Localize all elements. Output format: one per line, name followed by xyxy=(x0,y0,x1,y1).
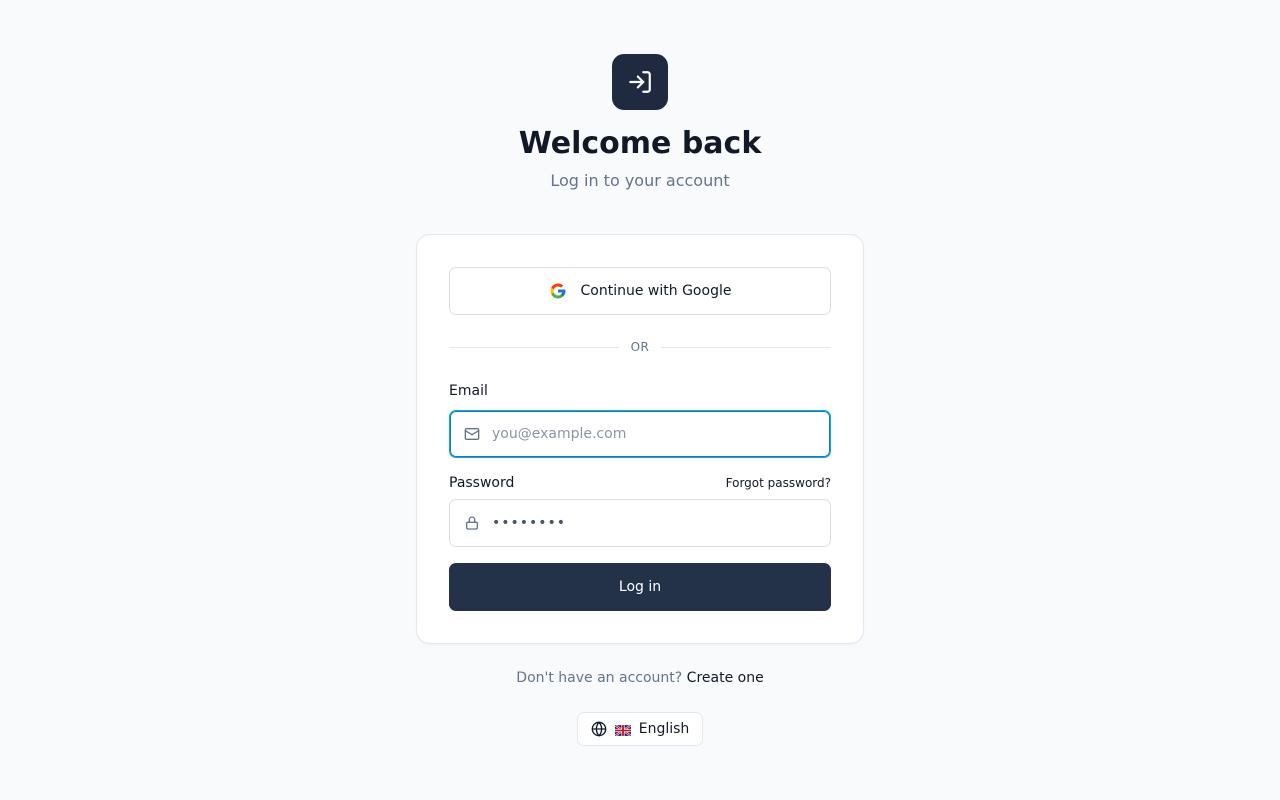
email-field xyxy=(449,410,831,458)
email-label: Email xyxy=(449,383,488,399)
google-login-label: Continue with Google xyxy=(580,283,732,299)
divider-line-right xyxy=(661,347,831,348)
mail-icon xyxy=(450,426,492,442)
email-input[interactable] xyxy=(492,414,830,454)
login-arrow-icon xyxy=(612,54,668,110)
lock-icon xyxy=(450,515,492,531)
page-subtitle: Log in to your account xyxy=(550,171,730,190)
google-icon xyxy=(549,282,567,300)
or-divider: OR xyxy=(449,339,831,355)
forgot-password-link[interactable]: Forgot password? xyxy=(726,475,831,491)
uk-flag-icon xyxy=(614,723,632,737)
page-title: Welcome back xyxy=(518,126,762,161)
password-field xyxy=(449,499,831,547)
password-label: Password xyxy=(449,475,515,491)
create-account-link[interactable]: Create one xyxy=(687,670,764,686)
login-card: Continue with Google OR Email Password F… xyxy=(416,234,864,644)
password-input[interactable] xyxy=(492,503,830,543)
signup-prompt-text: Don't have an account? xyxy=(516,670,683,686)
login-page: Welcome back Log in to your account Cont… xyxy=(0,0,1280,800)
google-login-button[interactable]: Continue with Google xyxy=(449,267,831,315)
signup-prompt-row: Don't have an account? Create one xyxy=(0,668,1280,688)
globe-icon xyxy=(591,721,607,737)
language-selector-button[interactable]: English xyxy=(577,712,703,746)
language-label: English xyxy=(638,721,690,737)
login-button[interactable]: Log in xyxy=(449,563,831,611)
